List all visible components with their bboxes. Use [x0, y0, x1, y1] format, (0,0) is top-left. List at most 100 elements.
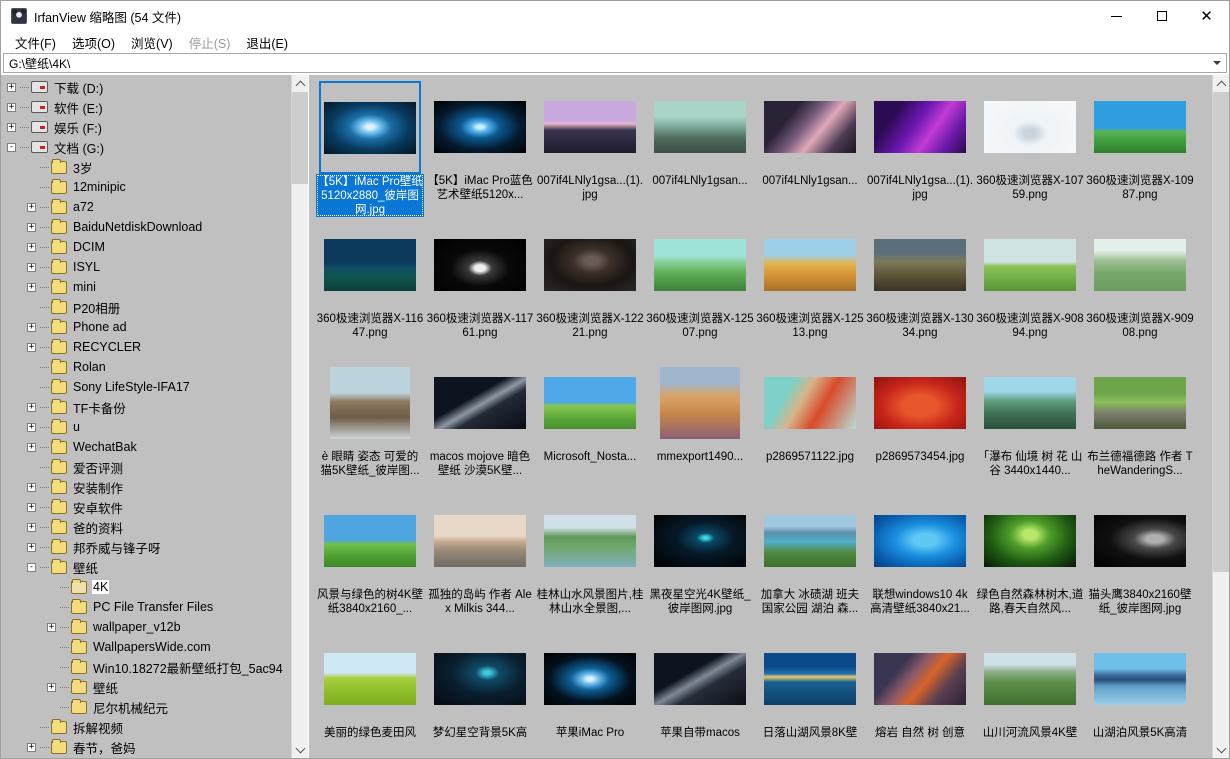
tree-node[interactable]: +下载 (D:): [1, 77, 291, 97]
thumbnail-item[interactable]: 360极速浏览器X-13034.png: [865, 217, 975, 355]
menu-options[interactable]: 选项(O): [64, 31, 123, 54]
tree-node[interactable]: +WechatBak: [1, 437, 291, 457]
tree-node[interactable]: +RECYCLER: [1, 337, 291, 357]
tree-node[interactable]: Sony LifeStyle-IFA17: [1, 377, 291, 397]
tree-expand-icon[interactable]: +: [47, 623, 56, 632]
tree-collapse-icon[interactable]: -: [27, 563, 36, 572]
thumbnail-item[interactable]: 桂林山水风景图片,桂林山水全景图,...: [535, 493, 645, 631]
thumbnail-item[interactable]: è 眼睛 姿态 可爱的 猫5K壁纸_彼岸图...: [315, 355, 425, 493]
tree-node[interactable]: +壁纸: [1, 677, 291, 697]
thumbnail-item[interactable]: 加拿大 冰碛湖 班夫 国家公园 湖泊 森...: [755, 493, 865, 631]
tree-expand-icon[interactable]: +: [27, 423, 36, 432]
tree-node[interactable]: +a72: [1, 197, 291, 217]
thumbnail-item[interactable]: p2869571122.jpg: [755, 355, 865, 493]
thumbnail-item[interactable]: 猫头鹰3840x2160壁纸_彼岸图网.jpg: [1085, 493, 1195, 631]
tree-node[interactable]: WallpapersWide.com: [1, 637, 291, 657]
tree-expand-icon[interactable]: +: [27, 443, 36, 452]
thumbnail-item[interactable]: 360极速浏览器X-11647.png: [315, 217, 425, 355]
tree-expand-icon[interactable]: +: [7, 103, 16, 112]
thumbnail-item[interactable]: 【5K】iMac Pro壁纸5120x2880_彼岸图网.jpg: [315, 79, 425, 217]
tree-node[interactable]: +BaiduNetdiskDownload: [1, 217, 291, 237]
tree-node[interactable]: Rolan: [1, 357, 291, 377]
tree-node[interactable]: 爱否评测: [1, 457, 291, 477]
tree-node[interactable]: +Phone ad: [1, 317, 291, 337]
tree-node[interactable]: +邦乔威与锋子呀: [1, 537, 291, 557]
thumbnail-item[interactable]: 绿色自然森林树木,道路,春天自然风...: [975, 493, 1085, 631]
scroll-up-button[interactable]: [1213, 75, 1229, 92]
menu-file[interactable]: 文件(F): [7, 31, 64, 54]
tree-expand-icon[interactable]: +: [27, 543, 36, 552]
minimize-button[interactable]: [1094, 1, 1139, 31]
thumbnail-item[interactable]: 360极速浏览器X-10759.png: [975, 79, 1085, 217]
thumbnail-item[interactable]: macos mojove 暗色壁纸 沙漠5K壁...: [425, 355, 535, 493]
tree-expand-icon[interactable]: +: [27, 263, 36, 272]
tree-expand-icon[interactable]: +: [27, 483, 36, 492]
tree-node[interactable]: -文档 (G:): [1, 137, 291, 157]
thumbnail-item[interactable]: 黑夜星空光4K壁纸_彼岸图网.jpg: [645, 493, 755, 631]
thumbnail-item[interactable]: 360极速浏览器X-12513.png: [755, 217, 865, 355]
thumbnail-item[interactable]: 【5K】iMac Pro蓝色艺术壁纸5120x...: [425, 79, 535, 217]
thumbnail-item[interactable]: 日落山湖风景8K壁: [755, 631, 865, 758]
scroll-down-button[interactable]: [1213, 741, 1229, 758]
folder-tree[interactable]: +下载 (D:)+软件 (E:)+娱乐 (F:)-文档 (G:)3岁12mini…: [1, 75, 291, 758]
tree-node[interactable]: +安卓软件: [1, 497, 291, 517]
thumbnail-item[interactable]: 苹果iMac Pro: [535, 631, 645, 758]
path-combobox[interactable]: G:\壁纸\4K\: [3, 53, 1227, 73]
thumbnail-item[interactable]: 360极速浏览器X-10987.png: [1085, 79, 1195, 217]
tree-collapse-icon[interactable]: -: [7, 143, 16, 152]
tree-node[interactable]: 拆解视频: [1, 717, 291, 737]
thumbnail-item[interactable]: 联想windows10 4k 高清壁纸3840x21...: [865, 493, 975, 631]
scroll-thumb[interactable]: [292, 92, 308, 184]
tree-node[interactable]: +春节，爸妈: [1, 737, 291, 757]
thumbnail-item[interactable]: p2869573454.jpg: [865, 355, 975, 493]
maximize-button[interactable]: [1139, 1, 1184, 31]
tree-node[interactable]: 尼尔机械纪元: [1, 697, 291, 717]
thumbnail-item[interactable]: 风景与绿色的树4K壁纸3840x2160_...: [315, 493, 425, 631]
tree-expand-icon[interactable]: +: [27, 503, 36, 512]
close-button[interactable]: ✕: [1184, 1, 1229, 31]
thumbnail-item[interactable]: 美丽的绿色麦田风: [315, 631, 425, 758]
tree-node[interactable]: +mini: [1, 277, 291, 297]
thumbnail-item[interactable]: 360极速浏览器X-12507.png: [645, 217, 755, 355]
tree-node[interactable]: +TF卡备份: [1, 397, 291, 417]
tree-expand-icon[interactable]: +: [27, 243, 36, 252]
thumbnail-item[interactable]: 「瀑布 仙境 树 花 山谷 3440x1440...: [975, 355, 1085, 493]
thumbnail-item[interactable]: 007if4LNly1gsa...(1).jpg: [535, 79, 645, 217]
path-dropdown-button[interactable]: [1207, 54, 1226, 72]
thumbnail-item[interactable]: 007if4LNly1gsa...(1).jpg: [865, 79, 975, 217]
thumbnail-item[interactable]: 苹果自带macos: [645, 631, 755, 758]
scroll-track[interactable]: [292, 92, 308, 741]
thumbnail-item[interactable]: 孤独的岛屿 作者 Alex Milkis 344...: [425, 493, 535, 631]
thumbnail-item[interactable]: 360极速浏览器X-90894.png: [975, 217, 1085, 355]
tree-node[interactable]: +u: [1, 417, 291, 437]
thumbnail-item[interactable]: 360极速浏览器X-90908.png: [1085, 217, 1195, 355]
tree-node[interactable]: +娱乐 (F:): [1, 117, 291, 137]
thumbnail-item[interactable]: Microsoft_Nosta...: [535, 355, 645, 493]
tree-expand-icon[interactable]: +: [27, 343, 36, 352]
scroll-track[interactable]: [1213, 92, 1229, 741]
tree-node[interactable]: -壁纸: [1, 557, 291, 577]
tree-node[interactable]: +ISYL: [1, 257, 291, 277]
tree-node[interactable]: PC File Transfer Files: [1, 597, 291, 617]
tree-expand-icon[interactable]: +: [27, 323, 36, 332]
thumbnail-item[interactable]: 布兰德福德路 作者 TheWanderingS...: [1085, 355, 1195, 493]
thumbnail-item[interactable]: 360极速浏览器X-12221.png: [535, 217, 645, 355]
tree-expand-icon[interactable]: +: [27, 203, 36, 212]
tree-expand-icon[interactable]: +: [47, 683, 56, 692]
tree-expand-icon[interactable]: +: [7, 123, 16, 132]
thumbnail-item[interactable]: 熔岩 自然 树 创意: [865, 631, 975, 758]
menu-exit[interactable]: 退出(E): [238, 31, 296, 54]
thumbnail-item[interactable]: 山湖泊风景5K高清: [1085, 631, 1195, 758]
scroll-down-button[interactable]: [292, 741, 308, 758]
thumbnail-item[interactable]: mmexport1490...: [645, 355, 755, 493]
folder-tree-scrollbar[interactable]: [291, 75, 308, 758]
tree-expand-icon[interactable]: +: [27, 523, 36, 532]
tree-expand-icon[interactable]: +: [27, 223, 36, 232]
thumbnail-item[interactable]: 007if4LNly1gsan...: [755, 79, 865, 217]
tree-node[interactable]: 4K: [1, 577, 291, 597]
thumbnail-item[interactable]: 梦幻星空背景5K高: [425, 631, 535, 758]
scroll-up-button[interactable]: [292, 75, 308, 92]
scroll-thumb[interactable]: [1213, 92, 1229, 572]
tree-node[interactable]: +安装制作: [1, 477, 291, 497]
thumbnail-scrollbar[interactable]: [1212, 75, 1229, 758]
